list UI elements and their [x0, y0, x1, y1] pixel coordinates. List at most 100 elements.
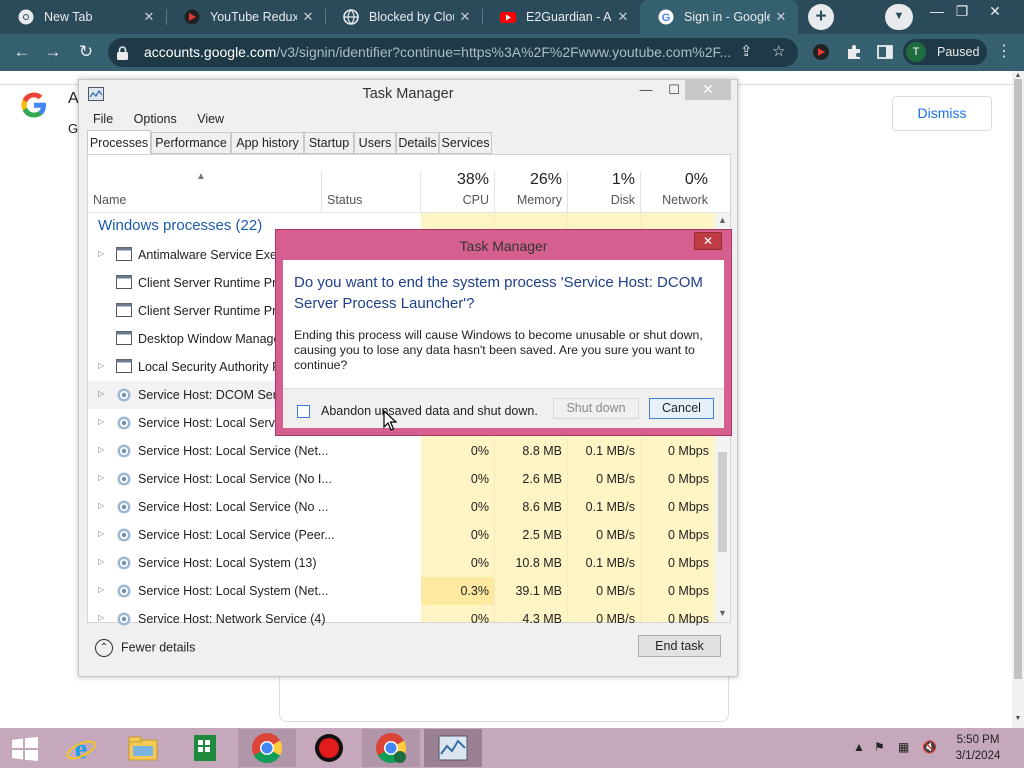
- tab-google-signin[interactable]: G Sign in - Google Accounts ✕: [640, 0, 798, 34]
- taskbar-chrome[interactable]: [238, 729, 296, 767]
- table-row[interactable]: ▷ Service Host: Local System (Net... 0.3% 3…: [88, 577, 720, 605]
- page-scrollbar[interactable]: ▲ ▼: [1012, 71, 1024, 728]
- table-row[interactable]: ▷ Service Host: Local Service (No I... 0% 2…: [88, 465, 720, 493]
- cpu-total[interactable]: 38%: [424, 171, 489, 189]
- scroll-down-icon[interactable]: ▼: [1012, 715, 1024, 722]
- table-row[interactable]: ▷ Service Host: Network Service (4) 0% 4.3 …: [88, 605, 720, 633]
- col-name[interactable]: Name: [93, 193, 126, 207]
- table-row[interactable]: ▷ Service Host: Local Service (No ... 0% 8.…: [88, 493, 720, 521]
- col-network[interactable]: Network: [644, 193, 708, 207]
- expand-chevron-icon[interactable]: ▷: [98, 361, 104, 370]
- expand-chevron-icon[interactable]: ▷: [98, 529, 104, 538]
- tab-new-tab[interactable]: New Tab ✕: [0, 0, 166, 34]
- cell-cpu: 0%: [470, 444, 489, 458]
- dialog-titlebar[interactable]: Task Manager ✕: [276, 230, 731, 260]
- tm-scroll-up-icon[interactable]: ▲: [715, 215, 730, 225]
- youtube-redux-extension-icon[interactable]: [812, 43, 830, 61]
- expand-chevron-icon[interactable]: ▷: [98, 501, 104, 510]
- reload-icon[interactable]: ↻: [74, 41, 98, 65]
- tab-performance[interactable]: Performance: [151, 132, 231, 154]
- tab-close-icon[interactable]: ✕: [138, 9, 160, 25]
- expand-chevron-icon[interactable]: ▷: [98, 389, 104, 398]
- menu-view[interactable]: View: [197, 112, 224, 126]
- table-row[interactable]: ▷ Service Host: Local Service (Peer... 0% 2…: [88, 521, 720, 549]
- taskbar-file-explorer[interactable]: [114, 729, 172, 767]
- tab-processes[interactable]: Processes: [87, 130, 151, 154]
- tab-startup[interactable]: Startup: [304, 132, 354, 154]
- screen: New Tab ✕ YouTube Redux ✕ Blocked by Clo…: [0, 0, 1024, 768]
- taskbar-clock[interactable]: 5:50 PM 3/1/2024: [950, 732, 1006, 764]
- more-menu-icon[interactable]: ⋮: [996, 41, 1012, 61]
- address-bar[interactable]: accounts.google.com/v3/signin/identifier…: [108, 38, 798, 67]
- col-status[interactable]: Status: [327, 193, 362, 207]
- volume-muted-icon[interactable]: 🔇: [922, 740, 937, 754]
- google-page-subtext: G: [68, 121, 79, 136]
- expand-chevron-icon[interactable]: ▷: [98, 249, 104, 258]
- action-center-flag-icon[interactable]: ⚑: [874, 740, 885, 754]
- tab-app-history[interactable]: App history: [231, 132, 304, 154]
- tm-scrollbar-thumb[interactable]: [718, 452, 727, 552]
- taskbar-chrome-profile[interactable]: [362, 729, 420, 767]
- lock-icon[interactable]: [116, 46, 129, 60]
- tray-overflow-icon[interactable]: ▲: [853, 740, 865, 754]
- tab-close-icon[interactable]: ✕: [612, 9, 634, 25]
- window-close-icon[interactable]: ✕: [980, 0, 1010, 28]
- expand-chevron-icon[interactable]: ▷: [98, 445, 104, 454]
- extensions-puzzle-icon[interactable]: [845, 43, 863, 61]
- new-tab-button[interactable]: +: [808, 4, 834, 30]
- restore-icon[interactable]: ❐: [947, 0, 977, 28]
- taskbar-office[interactable]: [176, 729, 234, 767]
- dismiss-button[interactable]: Dismiss: [892, 96, 992, 131]
- taskbar-task-manager[interactable]: [424, 729, 482, 767]
- abandon-data-checkbox[interactable]: [297, 405, 310, 418]
- expand-chevron-icon[interactable]: ▷: [98, 585, 104, 594]
- tm-close-icon[interactable]: ✕: [685, 80, 731, 100]
- tm-minimize-icon[interactable]: —: [633, 82, 659, 100]
- tab-search-button[interactable]: ▼: [885, 4, 913, 30]
- windows-start-icon[interactable]: [12, 737, 38, 761]
- share-icon[interactable]: ⇪: [740, 42, 753, 60]
- tab-close-icon[interactable]: ✕: [770, 9, 792, 25]
- tm-scroll-down-icon[interactable]: ▼: [715, 608, 730, 618]
- dialog-close-icon[interactable]: ✕: [694, 232, 722, 250]
- col-disk[interactable]: Disk: [571, 193, 635, 207]
- expand-chevron-icon[interactable]: ▷: [98, 417, 104, 426]
- expand-chevron-icon[interactable]: ▷: [98, 613, 104, 622]
- abandon-data-label[interactable]: Abandon unsaved data and shut down.: [321, 404, 538, 418]
- bookmark-star-icon[interactable]: ☆: [772, 42, 785, 60]
- side-panel-icon[interactable]: [876, 43, 894, 61]
- tab-e2guardian[interactable]: E2Guardian - Access ✕: [482, 0, 640, 34]
- taskbar-internet-explorer[interactable]: e: [52, 729, 110, 767]
- back-icon[interactable]: ←: [10, 41, 34, 65]
- tab-close-icon[interactable]: ✕: [297, 9, 319, 25]
- page-scrollbar-thumb[interactable]: [1014, 79, 1022, 679]
- memory-total[interactable]: 26%: [498, 171, 562, 189]
- tab-users[interactable]: Users: [354, 132, 396, 154]
- table-row[interactable]: ▷ Service Host: Local System (13) 0% 10.8 M…: [88, 549, 720, 577]
- network-total[interactable]: 0%: [644, 171, 708, 189]
- end-task-button[interactable]: End task: [638, 635, 721, 657]
- tab-blocked-cloudflare[interactable]: Blocked by Cloudflare ✕: [325, 0, 482, 34]
- scroll-up-icon[interactable]: ▲: [1012, 72, 1024, 79]
- table-row[interactable]: ▷ Service Host: Local Service (Net... 0% 8.…: [88, 437, 720, 465]
- menu-file[interactable]: File: [93, 112, 113, 126]
- disk-total[interactable]: 1%: [571, 171, 635, 189]
- col-memory[interactable]: Memory: [498, 193, 562, 207]
- fewer-details-button[interactable]: ⌃ Fewer details: [95, 639, 195, 657]
- col-cpu[interactable]: CPU: [424, 193, 489, 207]
- taskbar-recorder[interactable]: [300, 729, 358, 767]
- tab-services[interactable]: Services: [439, 132, 492, 154]
- cancel-button[interactable]: Cancel: [649, 398, 714, 419]
- forward-icon[interactable]: →: [41, 41, 65, 65]
- network-icon[interactable]: ▦: [898, 740, 909, 754]
- expand-chevron-icon[interactable]: ▷: [98, 557, 104, 566]
- expand-chevron-icon[interactable]: ▷: [98, 473, 104, 482]
- group-header-windows-processes[interactable]: Windows processes (22): [98, 217, 262, 234]
- tm-maximize-icon[interactable]: ☐: [661, 82, 687, 100]
- task-manager-titlebar[interactable]: Task Manager — ☐ ✕: [79, 80, 737, 108]
- menu-options[interactable]: Options: [134, 112, 177, 126]
- tab-details[interactable]: Details: [396, 132, 439, 154]
- tab-youtube-redux[interactable]: YouTube Redux ✕: [166, 0, 325, 34]
- shut-down-button[interactable]: Shut down: [553, 398, 639, 419]
- tab-close-icon[interactable]: ✕: [454, 9, 476, 25]
